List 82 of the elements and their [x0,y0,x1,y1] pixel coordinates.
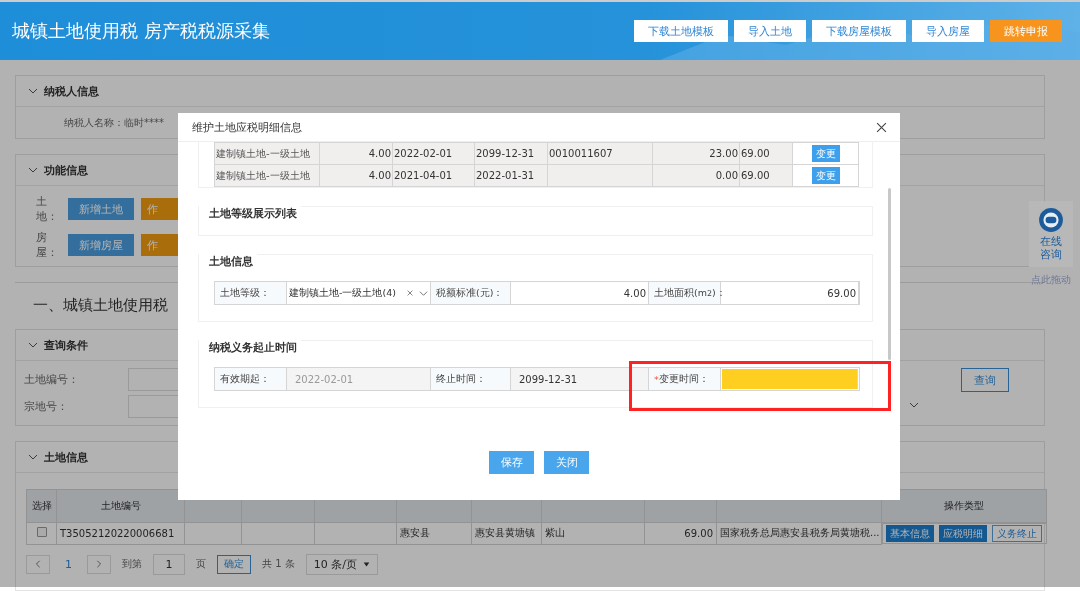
field-label: 土地编号： [24,372,80,387]
end-date-field[interactable]: 2099-12-31 [511,368,649,390]
caret-icon [362,560,370,568]
void-button[interactable]: 作 [141,234,181,256]
change-button[interactable]: 变更 [811,167,840,184]
column-header: 操作类型 [881,489,1047,523]
close-icon[interactable] [876,121,887,133]
add-button[interactable]: 新增房屋 [68,234,134,256]
robot-icon [1038,206,1064,233]
page-unit: 页 [196,557,206,571]
section-heading: 一、城镇土地使用税 [33,295,168,315]
taxpayer-name: 纳税人名称：临时**** [64,115,164,130]
chevron-icon[interactable] [28,86,38,96]
section-title: 纳税人信息 [44,83,99,99]
header-button[interactable]: 下载房屋模板 [812,20,906,42]
row-label: 土地： [36,194,59,224]
table-cell: 建制镇土地-一级土地 [214,142,320,165]
page-title: 城镇土地使用税 房产税税源采集 [12,19,270,43]
section-title: 土地信息 [44,449,88,465]
total-count: 共 1 条 [262,557,295,571]
table-cell: 2022-02-01 [392,142,475,165]
header-button[interactable]: 导入房屋 [912,20,984,42]
chevron-icon[interactable] [419,288,428,298]
online-help-button[interactable]: 在线咨询 [1029,201,1073,267]
add-button[interactable]: 新增土地 [68,198,134,220]
row-label: 房屋： [36,230,59,260]
checkbox[interactable] [36,527,47,538]
chevron-right-icon [95,560,103,568]
section-title: 功能信息 [44,162,88,178]
confirm-button[interactable]: 确定 [217,554,251,574]
header-button[interactable]: 导入土地 [734,20,806,42]
column-header: 土地编号 [56,489,185,523]
section-title: 查询条件 [44,337,88,353]
group-title: 土地信息 [199,254,257,269]
action-button[interactable]: 应税明细 [939,525,988,542]
table-cell [184,522,242,544]
table-cell: 69.00 [739,142,793,165]
table-cell: T35052120220006681 [56,522,185,544]
chevron-icon[interactable] [28,452,38,462]
clear-icon[interactable] [406,289,414,297]
chevron-left-icon [34,560,42,568]
dialog-title: 维护土地应税明细信息 [192,119,302,135]
table-cell: 国家税务总局惠安县税务局黄塘税... [716,522,882,544]
column-header: 选择 [26,489,57,523]
prev-page-button[interactable] [26,554,50,574]
table-cell: 23.00 [652,142,740,165]
field-label: 税额标准(元)： [431,282,511,304]
table-cell: 紫山 [541,522,645,544]
field-label: 变更时间： [658,372,709,386]
declare-button[interactable]: 跳转申报 [990,20,1062,42]
change-button[interactable]: 变更 [811,145,840,162]
scrollbar[interactable] [888,188,891,360]
table-cell: 0010011607 [547,142,653,165]
chevron-icon[interactable] [28,165,38,175]
field-label: 宗地号： [24,399,69,414]
close-button[interactable]: 关闭 [544,451,589,474]
group-title: 纳税义务起止时间 [199,340,301,355]
action-button[interactable]: 基本信息 [886,525,935,542]
table-cell: 建制镇土地-一级土地 [214,164,320,187]
table-cell: 惠安县黄塘镇 [471,522,542,544]
goto-label: 到第 [122,557,142,571]
query-button[interactable]: 查询 [961,368,1009,392]
header-button[interactable]: 下载土地模板 [634,20,728,42]
chevron-icon[interactable] [909,400,919,410]
table-cell: 2099-12-31 [474,142,548,165]
group-title: 土地等级展示列表 [199,206,301,221]
change-date-field[interactable] [722,369,858,389]
save-button[interactable]: 保存 [489,451,534,474]
field-label: 土地等级： [215,282,287,304]
table-cell: 惠安县 [396,522,472,544]
chevron-icon[interactable] [28,340,38,350]
action-button[interactable]: 义务终止 [992,525,1043,542]
page-number[interactable]: 1 [61,557,76,571]
table-cell: 4.00 [319,142,393,165]
required-mark: * [654,373,659,385]
next-page-button[interactable] [87,554,111,574]
page-input[interactable]: 1 [153,553,185,575]
table-cell: 69.00 [644,522,717,544]
field-label: 有效期起： [215,368,287,390]
page-size-select[interactable]: 10 条/页 [305,553,378,575]
field-label: 终止时间： [431,368,511,390]
void-button[interactable]: 作 [141,198,181,220]
